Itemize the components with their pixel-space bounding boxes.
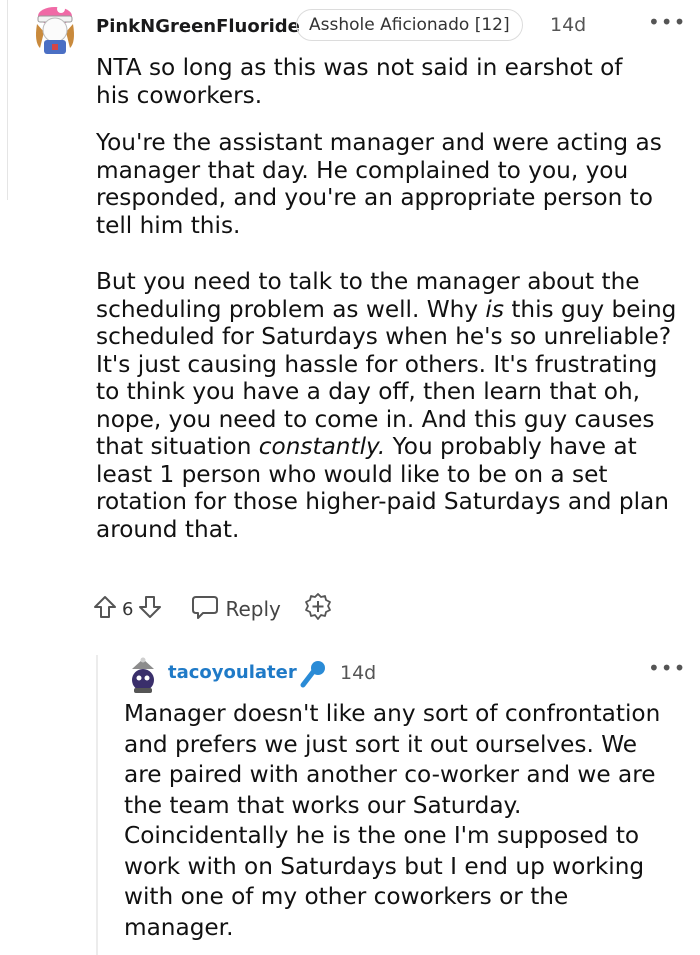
text-line: are paired with another co-worker and we… <box>124 761 656 788</box>
text-segment: scheduling problem as well. Why <box>96 295 486 323</box>
award-button[interactable] <box>303 592 333 626</box>
avatar[interactable] <box>28 2 82 56</box>
reply-body: Manager doesn't like any sort of confron… <box>124 699 684 943</box>
comment-paragraph-1: NTA so long as this was not said in ears… <box>96 54 686 109</box>
username[interactable]: PinkNGreenFluoride <box>96 16 300 37</box>
text-line: his coworkers. <box>96 81 263 109</box>
text-segment: You probably have at <box>385 433 637 460</box>
user-flair: Asshole Aficionado [12] <box>296 9 523 41</box>
text-line: nope, you need to come in. And this guy … <box>96 405 655 433</box>
timestamp: 14d <box>340 662 377 684</box>
vote-controls: 6 <box>92 594 163 624</box>
username[interactable]: tacoyoulater <box>168 662 297 683</box>
timestamp: 14d <box>550 14 587 36</box>
emphasis-text: is <box>485 295 504 323</box>
more-options-icon[interactable]: ••• <box>648 656 686 680</box>
text-line: manager. <box>124 913 234 941</box>
text-line: It's just causing hassle for others. It'… <box>96 350 658 378</box>
text-line: and prefers we just sort it out ourselve… <box>124 730 638 758</box>
text-line: Manager doesn't like any sort of confron… <box>124 700 661 727</box>
text-segment: that situation <box>96 433 259 460</box>
reply-button[interactable]: Reply <box>191 594 281 624</box>
text-line: rotation for those higher-paid Saturdays… <box>96 488 669 515</box>
text-line: scheduled for Saturdays when he's so unr… <box>96 323 672 350</box>
award-plus-icon <box>303 592 333 626</box>
text-line: around that. <box>96 515 240 543</box>
text-line: NTA so long as this was not said in ears… <box>96 54 623 81</box>
speech-bubble-icon <box>191 594 219 624</box>
vote-count: 6 <box>122 598 134 620</box>
reply-label: Reply <box>225 597 281 621</box>
thread-line <box>7 0 8 200</box>
text-line: tell him this. <box>96 211 241 239</box>
text-segment: this guy being <box>503 295 677 323</box>
text-line: You're the assistant manager and were ac… <box>96 129 662 156</box>
text-line: Coincidentally he is the one I'm suppose… <box>124 822 640 849</box>
downvote-arrow-icon[interactable] <box>137 594 163 624</box>
reply-thread-line[interactable] <box>96 655 98 955</box>
text-line: responded, and you're an appropriate per… <box>96 184 653 211</box>
emphasis-text: constantly. <box>258 433 386 460</box>
text-line: that situation constantly. You probably … <box>96 433 686 461</box>
text-line: least 1 person who would like to be on a… <box>96 460 608 488</box>
more-options-icon[interactable]: ••• <box>648 10 686 34</box>
text-line: manager that day. He complained to you, … <box>96 156 629 184</box>
comment-paragraph-3: But you need to talk to the manager abou… <box>96 268 686 543</box>
comment-actions: 6 Reply <box>92 592 333 626</box>
text-line: with one of my other coworkers or the <box>124 883 569 910</box>
text-line: work with on Saturdays but I end up work… <box>124 852 645 880</box>
upvote-arrow-icon[interactable] <box>92 594 118 624</box>
avatar[interactable] <box>124 656 162 694</box>
comment-paragraph-2: You're the assistant manager and were ac… <box>96 129 686 239</box>
text-line: the team that works our Saturday. <box>124 791 522 819</box>
microphone-icon <box>298 659 328 693</box>
text-line: scheduling problem as well. Why is this … <box>96 296 686 324</box>
text-line: But you need to talk to the manager abou… <box>96 268 640 295</box>
text-line: to think you have a day off, then learn … <box>96 378 641 405</box>
